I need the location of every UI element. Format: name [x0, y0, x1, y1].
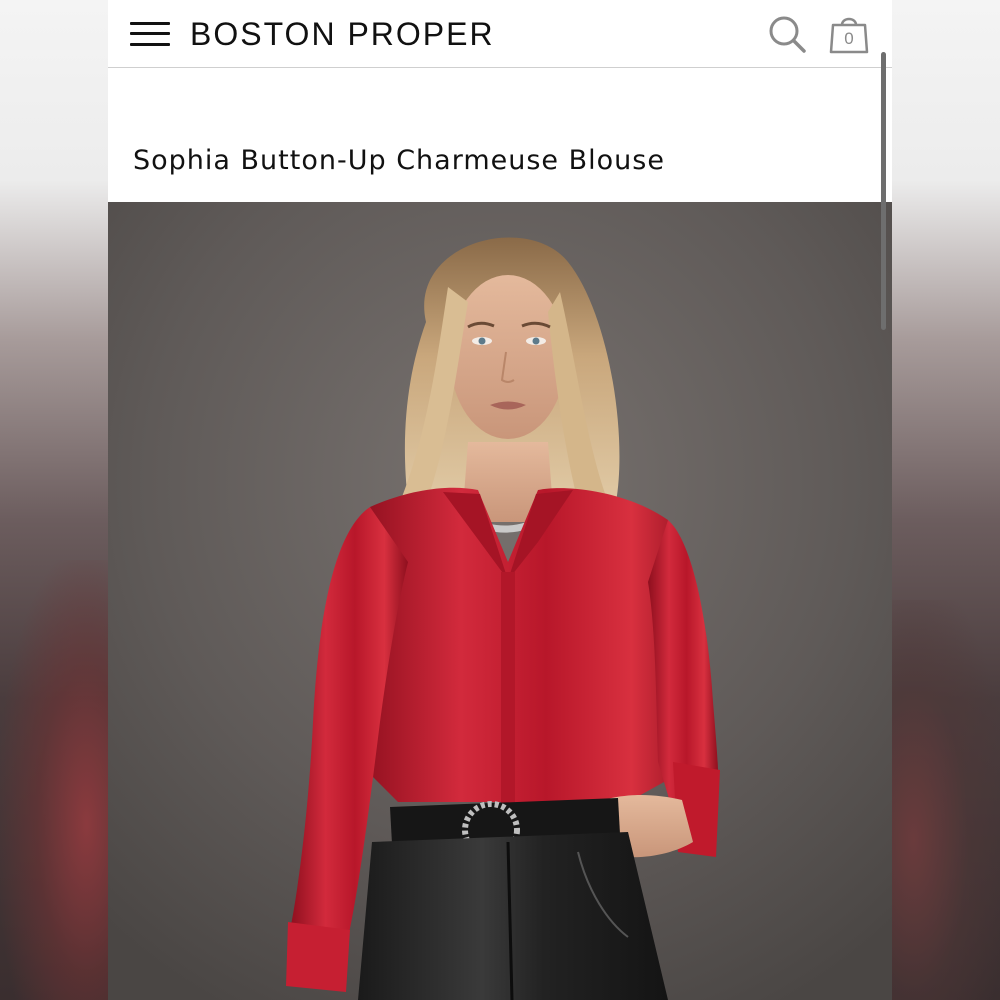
product-title: Sophia Button-Up Charmeuse Blouse — [133, 145, 665, 176]
cart-count-badge: 0 — [844, 29, 854, 48]
product-image[interactable] — [108, 202, 892, 1000]
brand-logo[interactable]: BOSTON PROPER — [190, 16, 495, 53]
search-icon[interactable] — [766, 12, 810, 56]
hamburger-menu-icon[interactable] — [130, 20, 170, 48]
shopping-bag-icon[interactable]: 0 — [826, 12, 872, 58]
title-area: Sophia Button-Up Charmeuse Blouse — [108, 69, 892, 202]
mobile-page: BOSTON PROPER 0 Sophia Button-Up Charmeu… — [108, 0, 892, 1000]
site-header: BOSTON PROPER 0 — [108, 0, 892, 68]
backdrop-right-glow — [892, 600, 1000, 1000]
backdrop-left-glow — [0, 560, 108, 1000]
page-scrollbar[interactable] — [881, 52, 886, 330]
